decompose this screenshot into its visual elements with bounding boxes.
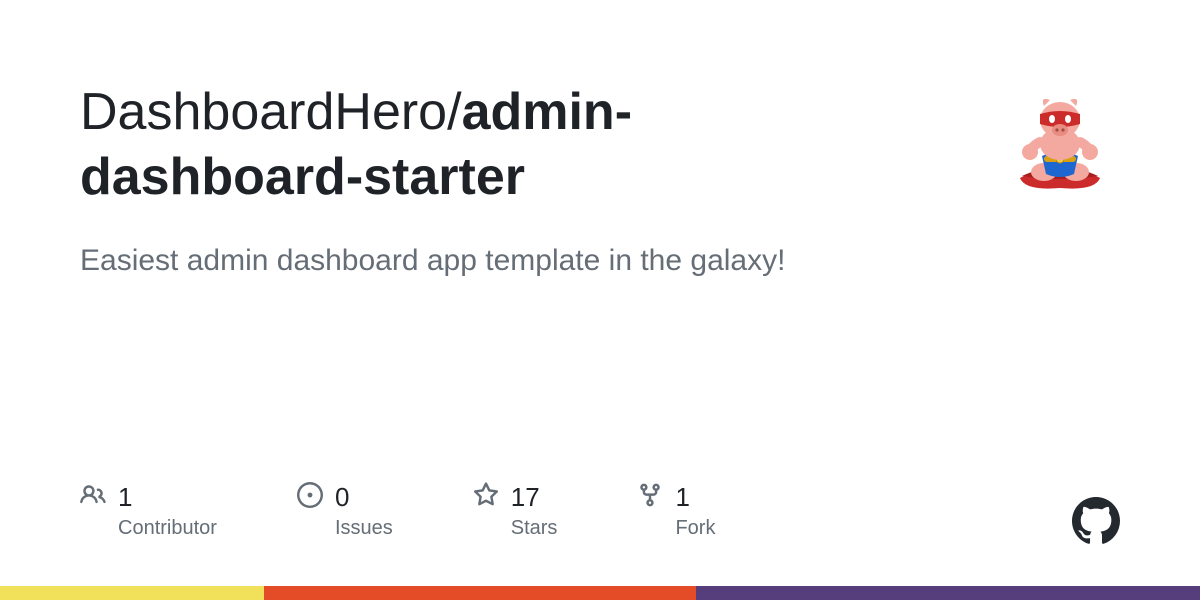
fork-icon	[637, 482, 663, 513]
stat-label: Fork	[675, 517, 715, 540]
stat-label: Issues	[335, 517, 393, 540]
stat-count: 1	[675, 482, 689, 513]
stat-label: Contributor	[118, 517, 217, 540]
repo-stats: 1 Contributor 0 Issues 17 Stars	[80, 482, 715, 540]
stripe-segment	[0, 586, 264, 600]
stat-count: 17	[511, 482, 540, 513]
stat-contributors[interactable]: 1 Contributor	[80, 482, 217, 540]
github-mark-icon[interactable]	[1072, 497, 1120, 545]
repo-card: DashboardHero/admin-dashboard-starter	[0, 0, 1200, 600]
stat-label: Stars	[511, 517, 558, 540]
stripe-segment	[696, 586, 1200, 600]
repo-owner[interactable]: DashboardHero	[80, 83, 447, 141]
star-icon	[473, 482, 499, 513]
repo-title: DashboardHero/admin-dashboard-starter	[80, 80, 900, 210]
repo-description: Easiest admin dashboard app template in …	[80, 238, 840, 283]
owner-avatar[interactable]	[1000, 86, 1120, 206]
people-icon	[80, 482, 106, 513]
title-row: DashboardHero/admin-dashboard-starter	[80, 80, 1120, 210]
stat-count: 1	[118, 482, 132, 513]
repo-separator: /	[447, 83, 461, 141]
stat-issues[interactable]: 0 Issues	[297, 482, 393, 540]
issue-icon	[297, 482, 323, 513]
stripe-segment	[264, 586, 696, 600]
stat-forks[interactable]: 1 Fork	[637, 482, 715, 540]
stat-stars[interactable]: 17 Stars	[473, 482, 558, 540]
stat-count: 0	[335, 482, 349, 513]
language-stripe	[0, 586, 1200, 600]
